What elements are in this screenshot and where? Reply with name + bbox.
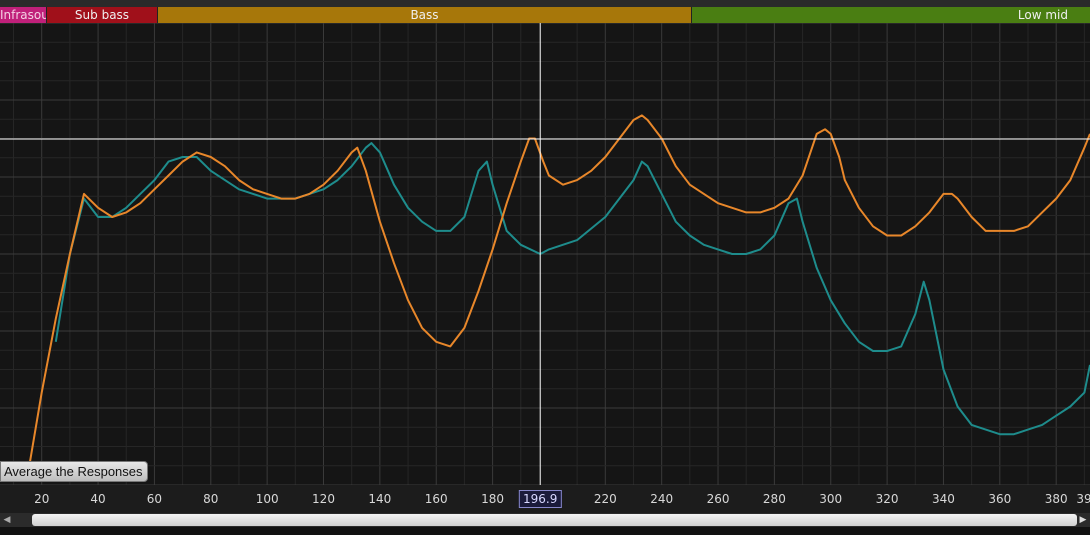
band-sub-bass-label: Sub bass [74, 8, 130, 22]
x-tick-label: 80 [203, 492, 219, 506]
x-tick-label: 40 [90, 492, 106, 506]
bottom-strip [0, 527, 1090, 535]
band-infrasonic[interactable]: Infrasou [0, 7, 46, 23]
response-plot-area[interactable] [0, 23, 1090, 485]
band-infrasonic-label: Infrasou [0, 8, 46, 22]
x-tick-label: 100 [255, 492, 279, 506]
response-plot-svg[interactable] [0, 23, 1090, 485]
x-tick-label: 160 [424, 492, 448, 506]
band-low-mid[interactable]: Low mid [691, 7, 1090, 23]
x-tick-label: 320 [875, 492, 899, 506]
x-tick-label: 20 [34, 492, 50, 506]
band-sub-bass[interactable]: Sub bass [46, 7, 157, 23]
cursor-frequency-readout: 196.9 [519, 490, 562, 508]
orange-response-trace [26, 114, 1090, 476]
scroll-thumb[interactable] [32, 514, 1077, 526]
frequency-band-bar: Infrasou Sub bass Bass Low mid [0, 7, 1090, 23]
x-tick-label: 240 [650, 492, 674, 506]
x-tick-label: 39 [1076, 492, 1090, 506]
x-tick-label: 60 [146, 492, 163, 506]
band-bass-label: Bass [410, 8, 439, 22]
x-tick-label: 260 [706, 492, 730, 506]
scroll-left-arrow-icon[interactable]: ◀ [0, 513, 14, 527]
x-tick-label: 340 [932, 492, 955, 506]
x-tick-label: 280 [762, 492, 786, 506]
x-tick-label: 140 [368, 492, 392, 506]
horizontal-scrollbar[interactable]: ◀ ▶ [0, 513, 1090, 527]
x-tick-label: 180 [481, 492, 505, 506]
x-tick-label: 360 [988, 492, 1012, 506]
scroll-right-arrow-icon[interactable]: ▶ [1076, 513, 1090, 527]
x-tick-label: 300 [819, 492, 843, 506]
x-tick-label: 220 [593, 492, 617, 506]
x-tick-label: 120 [312, 492, 335, 506]
average-responses-button[interactable]: Average the Responses [0, 461, 148, 482]
x-tick-label: 380 [1044, 492, 1068, 506]
band-low-mid-label: Low mid [1017, 8, 1068, 22]
band-bass[interactable]: Bass [157, 7, 691, 23]
